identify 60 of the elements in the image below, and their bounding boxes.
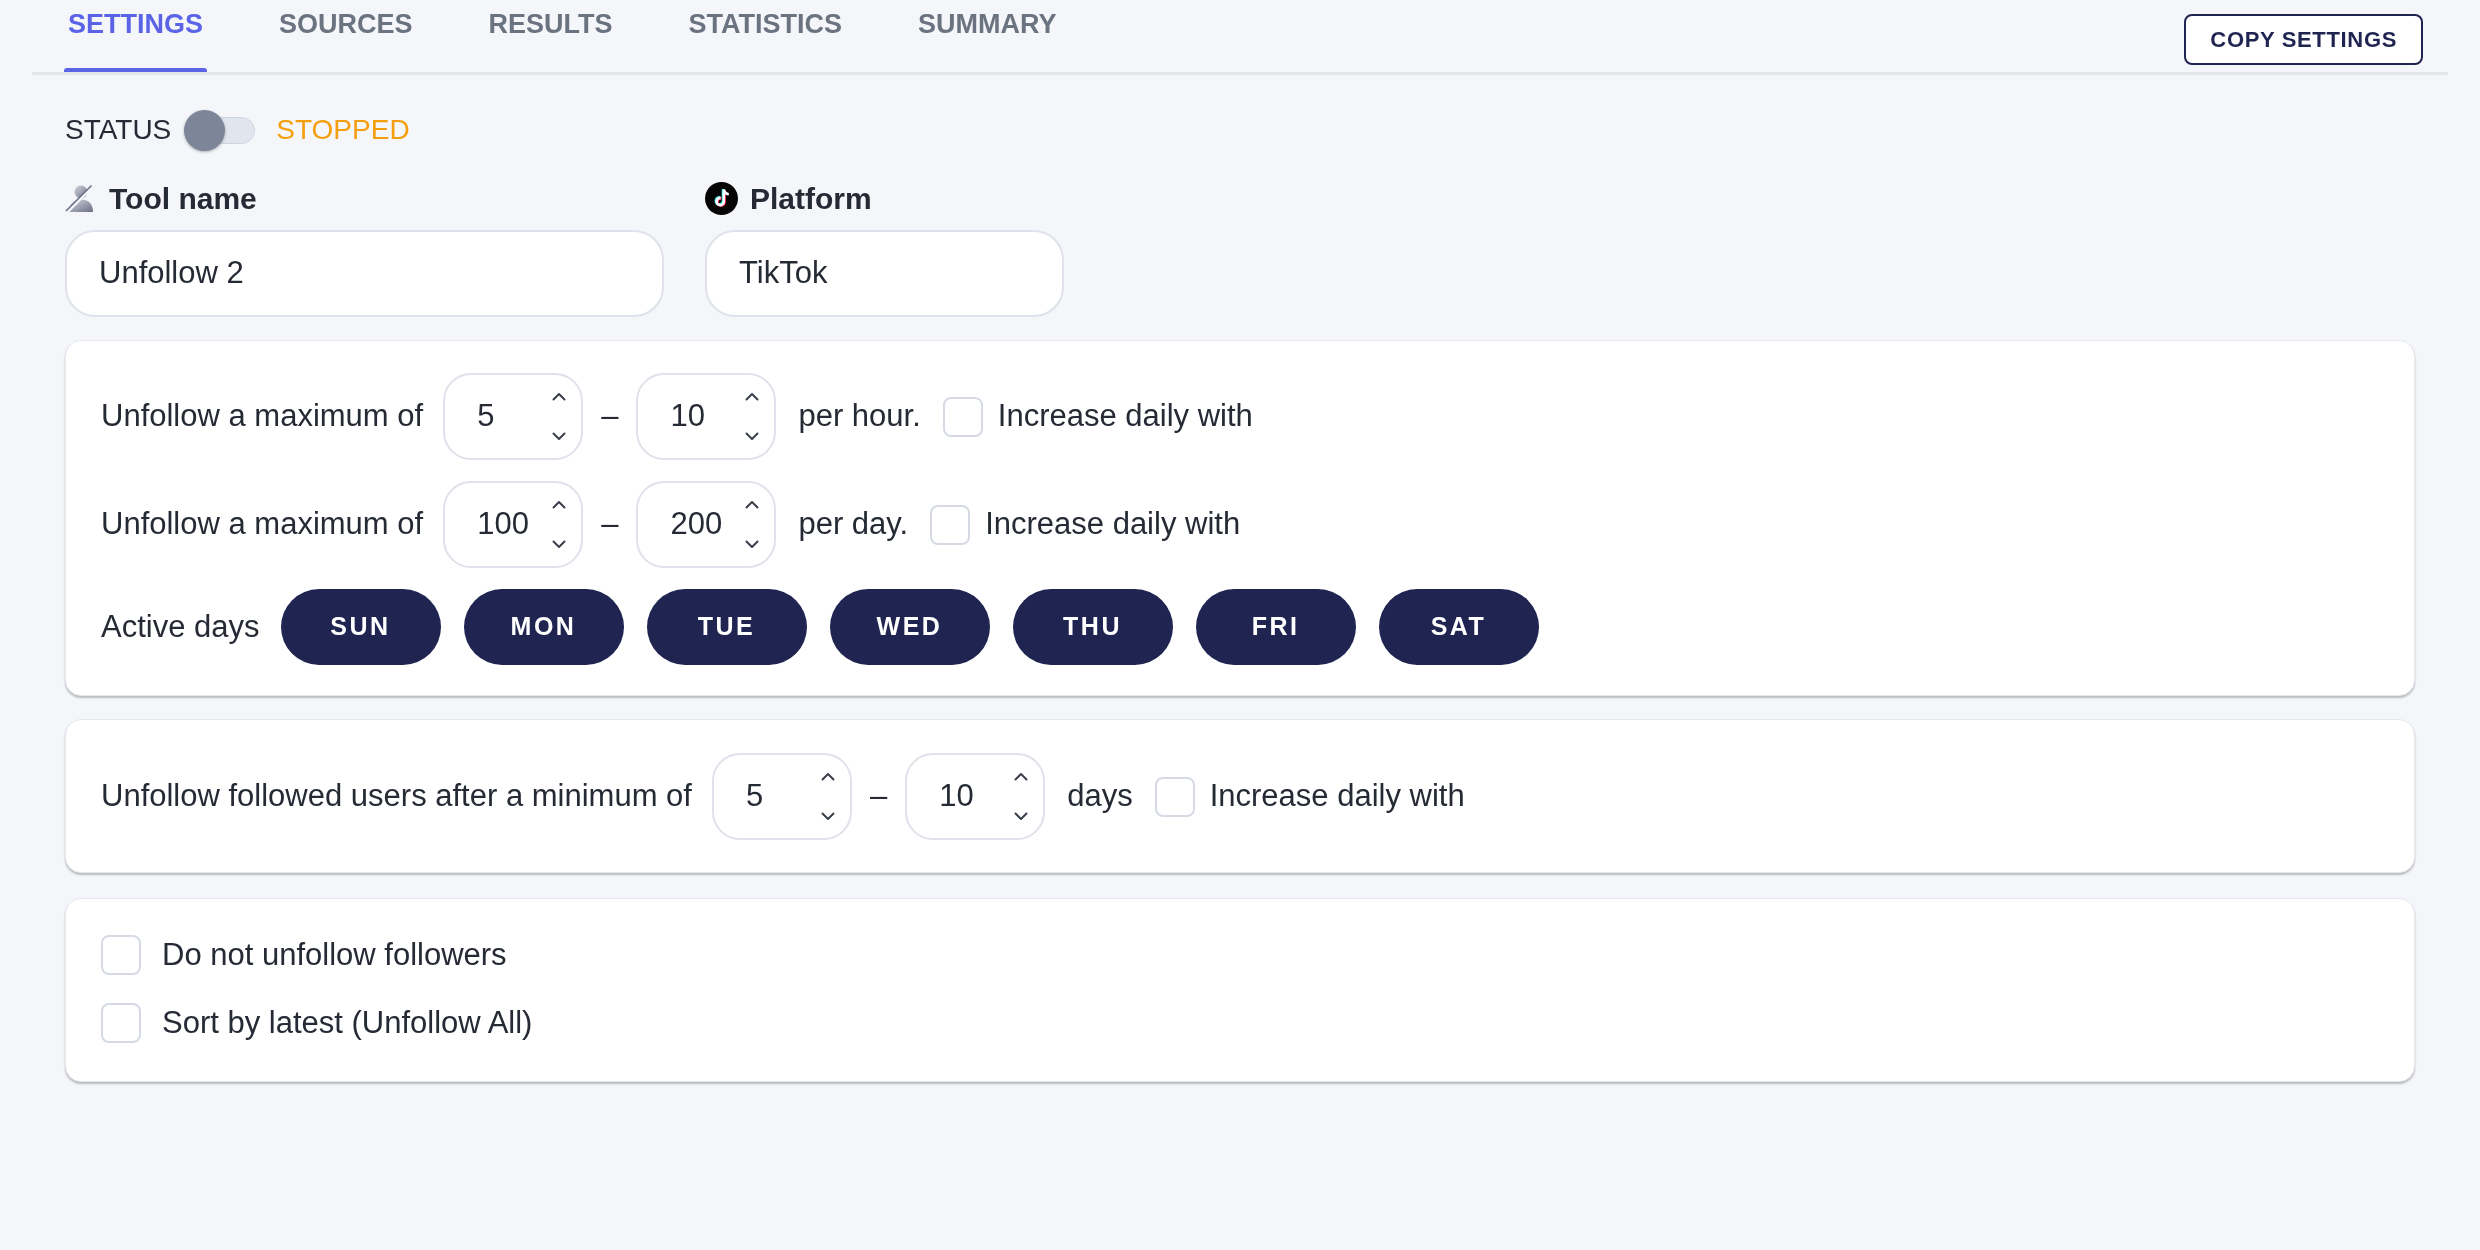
number-field[interactable]: 200 [636, 481, 777, 568]
day-toggle[interactable]: SAT [1378, 589, 1539, 665]
day-toggle[interactable]: THU [1012, 589, 1173, 665]
status-text: STOPPED [276, 113, 410, 147]
toggle-switch[interactable] [184, 109, 257, 151]
checkbox-label: Increase daily with [997, 397, 1253, 436]
tab[interactable]: RESULTS [484, 0, 617, 72]
chevron-up-icon[interactable] [745, 500, 760, 509]
row-label: Unfollow a maximum of [101, 397, 424, 436]
checkbox-label: Increase daily with [1209, 777, 1465, 816]
chevron-up-icon[interactable] [820, 772, 835, 781]
chevron-up-icon[interactable] [552, 500, 567, 509]
field-label: Platform [750, 180, 872, 217]
range-dash: – [601, 505, 619, 544]
number-field[interactable]: 5 [711, 753, 852, 840]
checkbox[interactable] [101, 1003, 141, 1043]
checkbox[interactable] [942, 396, 983, 437]
unit-label: days [1067, 777, 1133, 816]
number-field[interactable]: 10 [905, 753, 1046, 840]
day-toggle[interactable]: MON [463, 589, 624, 665]
text-field[interactable]: Unfollow 2 [65, 230, 664, 317]
day-toggle[interactable]: TUE [646, 589, 807, 665]
tab[interactable]: SETTINGS [64, 0, 207, 72]
checkbox[interactable] [930, 504, 971, 545]
chevron-down-icon[interactable] [552, 540, 567, 549]
row-label: Unfollow a maximum of [101, 505, 424, 544]
checkbox[interactable] [101, 935, 141, 975]
text-field[interactable]: TikTok [705, 230, 1064, 317]
number-field[interactable]: 10 [636, 373, 777, 460]
number-field[interactable]: 100 [443, 481, 584, 568]
checkbox-label: Do not unfollow followers [162, 935, 507, 974]
number-field[interactable]: 5 [443, 373, 584, 460]
chevron-down-icon[interactable] [745, 432, 760, 441]
checkbox-label: Sort by latest (Unfollow All) [162, 1003, 533, 1042]
music-note-icon [705, 181, 738, 215]
chevron-down-icon[interactable] [745, 540, 760, 549]
person-slash-icon [65, 184, 95, 212]
tab[interactable]: SOURCES [275, 0, 417, 72]
day-toggle[interactable]: FRI [1195, 589, 1356, 665]
chevron-up-icon[interactable] [1014, 772, 1029, 781]
status-label: STATUS [65, 113, 172, 147]
chevron-up-icon[interactable] [745, 392, 760, 401]
chevron-down-icon[interactable] [1014, 812, 1029, 821]
tab[interactable]: SUMMARY [914, 0, 1061, 72]
row-label: Active days [101, 607, 260, 646]
tab[interactable]: STATISTICS [684, 0, 847, 72]
chevron-up-icon[interactable] [552, 392, 567, 401]
unit-label: per day. [798, 505, 909, 544]
checkbox-label: Increase daily with [985, 505, 1241, 544]
row-label: Unfollow followed users after a minimum of [101, 777, 692, 816]
field-label: Tool name [109, 180, 257, 217]
checkbox[interactable] [1154, 776, 1195, 817]
day-toggle[interactable]: WED [829, 589, 990, 665]
range-dash: – [869, 777, 888, 816]
copy-settings-button[interactable]: COPY SETTINGS [2184, 14, 2423, 65]
day-toggle[interactable]: SUN [280, 589, 441, 665]
range-dash: – [601, 397, 619, 436]
unit-label: per hour. [798, 397, 921, 436]
chevron-down-icon[interactable] [820, 812, 835, 821]
chevron-down-icon[interactable] [552, 432, 567, 441]
